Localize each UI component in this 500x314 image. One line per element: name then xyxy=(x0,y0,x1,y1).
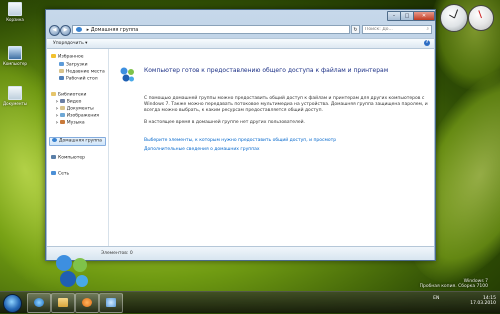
address-location[interactable]: Домашняя группа xyxy=(91,27,139,33)
nav-item-recent-places[interactable]: Недавние места xyxy=(59,69,105,76)
help-button[interactable]: ? xyxy=(424,40,430,46)
taskbar-ie[interactable] xyxy=(27,293,51,313)
homegroup-icon xyxy=(76,27,82,32)
organize-button[interactable]: Упорядочить ▾ xyxy=(53,40,87,47)
nav-homegroup[interactable]: Домашняя группа xyxy=(49,137,106,146)
desktop-icon-recycle-bin[interactable]: Корзина xyxy=(3,2,27,22)
navigation-pane: Избранное Загрузки Недавние места Рабочи… xyxy=(47,49,109,246)
internet-explorer-icon xyxy=(34,298,44,307)
nav-label: Загрузки xyxy=(66,62,88,68)
taskbar-explorer[interactable] xyxy=(51,293,75,313)
desktop-icon-label: Корзина xyxy=(6,17,24,22)
clock-gadget[interactable] xyxy=(440,4,468,32)
nav-item-pictures[interactable]: ▹ Изображения xyxy=(56,113,99,120)
content-pane: Компьютер готов к предоставлению общего … xyxy=(109,49,434,246)
address-row: ◀ ▶ ▸ Домашняя группа ↻ ⌕ xyxy=(48,24,433,36)
homegroup-details-icon xyxy=(56,255,88,287)
taskbar-media-player[interactable] xyxy=(75,293,99,313)
more-info-link[interactable]: Дополнительные сведения о домашних групп… xyxy=(144,147,260,152)
nav-network[interactable]: Сеть xyxy=(51,171,69,178)
nav-item-video[interactable]: ▹ Видео xyxy=(56,99,81,106)
tray-clock[interactable]: 14:15 17.03.2010 xyxy=(470,296,496,306)
gauge-needle-icon xyxy=(478,10,482,19)
taskbar-homegroup-window[interactable] xyxy=(99,293,123,313)
nav-label: Музыка xyxy=(66,120,85,126)
command-bar: Упорядочить ▾ ? xyxy=(47,38,434,49)
star-icon xyxy=(51,54,56,58)
video-library-icon xyxy=(59,99,65,103)
explorer-window: – □ ✕ ◀ ▶ ▸ Домашняя группа ↻ ⌕ Упорядоч… xyxy=(45,9,436,261)
search-input[interactable] xyxy=(365,27,423,32)
nav-label: Библиотеки xyxy=(58,92,87,98)
nav-label: Компьютер xyxy=(58,155,85,161)
start-button[interactable] xyxy=(3,294,22,313)
computer-icon xyxy=(8,46,22,60)
watermark-line: Пробная копия. Сборка 7100 xyxy=(419,284,488,289)
search-icon: ⌕ xyxy=(426,27,429,32)
pictures-library-icon xyxy=(59,113,65,117)
nav-item-desktop[interactable]: Рабочий стол xyxy=(59,76,98,83)
desktop-icon xyxy=(59,76,64,80)
nav-item-downloads[interactable]: Загрузки xyxy=(59,62,88,69)
back-button[interactable]: ◀ xyxy=(49,25,60,36)
nav-favorites[interactable]: Избранное xyxy=(51,54,84,61)
desktop-icon-label: Документы xyxy=(3,101,27,106)
minimize-button[interactable]: – xyxy=(387,11,401,21)
folder-icon xyxy=(59,69,64,73)
nav-label: Видео xyxy=(66,99,82,105)
items-count: Элементов: 0 xyxy=(101,251,133,256)
document-icon xyxy=(8,86,22,100)
nav-label: Рабочий стол xyxy=(66,76,98,82)
library-icon xyxy=(51,92,56,96)
close-button[interactable]: ✕ xyxy=(413,11,435,21)
music-library-icon xyxy=(59,120,65,124)
nav-label: Изображения xyxy=(66,113,100,119)
cpu-meter-gadget[interactable] xyxy=(468,5,494,31)
status-text: В настоящее время в домашней группе нет … xyxy=(144,120,305,125)
homegroup-icon xyxy=(106,298,116,307)
maximize-button[interactable]: □ xyxy=(400,11,414,21)
computer-icon xyxy=(51,155,56,159)
nav-item-music[interactable]: ▹ Музыка xyxy=(56,120,85,127)
folder-icon xyxy=(59,62,64,66)
taskbar: EN 14:15 17.03.2010 xyxy=(0,291,500,313)
desktop-icon-documents[interactable]: Документы xyxy=(3,86,27,106)
system-tray: EN 14:15 17.03.2010 xyxy=(433,296,496,306)
language-indicator[interactable]: EN xyxy=(433,296,439,301)
search-box[interactable]: ⌕ xyxy=(362,25,432,34)
nav-label: Избранное xyxy=(58,54,84,60)
desktop-icon-computer[interactable]: Компьютер xyxy=(3,46,27,66)
nav-label: Домашняя группа xyxy=(59,138,102,144)
refresh-icon: ↻ xyxy=(353,27,358,33)
details-pane: Элементов: 0 xyxy=(47,246,434,260)
network-icon xyxy=(51,171,56,175)
windows-watermark: Windows 7 Пробная копия. Сборка 7100 xyxy=(420,279,488,289)
nav-label: Документы xyxy=(66,106,94,112)
desktop-icon-label: Компьютер xyxy=(3,61,27,66)
documents-library-icon xyxy=(59,106,65,110)
homegroup-large-icon xyxy=(120,67,134,82)
description-text: С помощью домашней группы можно предоста… xyxy=(144,96,428,113)
address-separator: ▸ xyxy=(86,27,90,33)
nav-label: Недавние места xyxy=(66,69,105,75)
forward-button[interactable]: ▶ xyxy=(60,25,71,36)
refresh-button[interactable]: ↻ xyxy=(351,25,360,34)
homegroup-icon xyxy=(52,138,57,142)
nav-computer[interactable]: Компьютер xyxy=(51,155,85,162)
address-bar[interactable]: ▸ Домашняя группа xyxy=(72,25,350,34)
page-title: Компьютер готов к предоставлению общего … xyxy=(144,67,389,74)
share-items-link[interactable]: Выберите элементы, к которым нужно предо… xyxy=(144,138,336,143)
nav-label: Сеть xyxy=(58,171,70,177)
nav-item-documents[interactable]: ▹ Документы xyxy=(56,106,94,113)
media-player-icon xyxy=(82,298,92,307)
recycle-bin-icon xyxy=(8,2,22,16)
nav-libraries[interactable]: Библиотеки xyxy=(51,92,86,99)
clock-date: 17.03.2010 xyxy=(470,301,496,306)
folder-icon xyxy=(58,298,68,307)
